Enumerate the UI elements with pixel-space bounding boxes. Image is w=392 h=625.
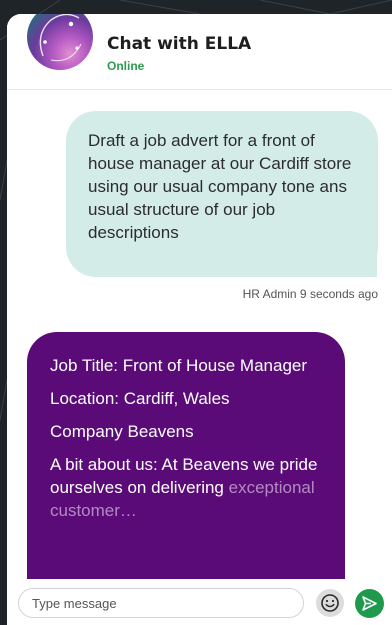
online-status: Online (107, 59, 145, 73)
message-input[interactable] (18, 588, 304, 618)
message-meta: HR Admin 9 seconds ago (242, 287, 378, 301)
bot-message-line: Location: Cardiff, Wales (50, 389, 230, 408)
send-icon (362, 596, 377, 611)
bot-message-line: Job Title: Front of House Manager (50, 356, 308, 375)
chat-window: Chat with ELLA Online Draft a job advert… (7, 14, 392, 625)
bot-message-line: Company Beavens (50, 422, 194, 441)
user-message-bubble: Draft a job advert for a front of house … (66, 111, 378, 277)
emoji-button[interactable] (316, 589, 344, 617)
bot-message-line: A bit about us: At Beavens we pride ours… (50, 453, 325, 522)
send-button[interactable] (355, 589, 384, 618)
ella-avatar (27, 14, 93, 70)
bot-message-bubble: Job Title: Front of House Manager Locati… (27, 332, 345, 579)
chat-title: Chat with ELLA (107, 34, 252, 54)
user-message-text: Draft a job advert for a front of house … (88, 131, 352, 242)
message-list: Draft a job advert for a front of house … (7, 91, 392, 579)
chat-header: Chat with ELLA Online (7, 14, 392, 90)
message-composer (7, 579, 392, 625)
smiley-icon (321, 594, 339, 612)
